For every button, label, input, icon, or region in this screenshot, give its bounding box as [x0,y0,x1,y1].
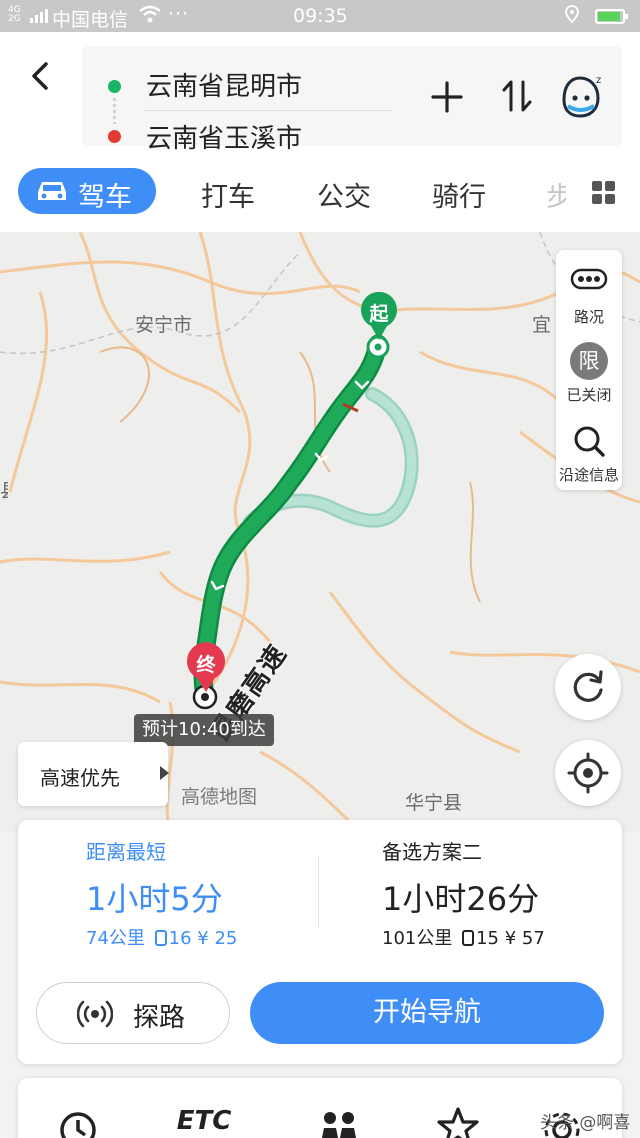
tab-driving[interactable]: 驾车 [18,168,156,214]
signal-icon [30,9,48,23]
play-arrow-icon [160,766,169,780]
restriction-label: 已关闭 [566,386,612,404]
start-pin-label: 起 [369,303,389,325]
voice-assistant-icon[interactable]: z [556,70,608,122]
plan-secondary[interactable]: 备选方案二 1小时26分 101公里 15 ¥ 57 [318,820,622,960]
transport-tabs: 驾车 打车 公交 骑行 步 [0,160,640,224]
search-icon [570,422,608,460]
bottom-toolbar: ETC [18,1078,622,1138]
battery-icon [595,9,628,24]
start-navigation-button[interactable]: 开始导航 [250,982,604,1044]
route-input-box: 云南省昆明市 云南省玉溪市 [82,46,622,154]
tab-cycling[interactable]: 骑行 [432,175,486,214]
people-icon[interactable] [314,1108,364,1138]
map-label-county: 县 [0,476,8,503]
back-icon[interactable] [22,58,58,94]
car-icon [38,182,66,200]
plan-secondary-title: 备选方案二 [382,840,482,864]
restriction-icon: 限 [570,342,608,380]
map-tools-panel: 路况 限 已关闭 沿途信息 [556,250,622,490]
explore-label: 探路 [133,1003,186,1033]
add-waypoint-icon[interactable] [430,80,464,114]
route-header: 云南省昆明市 云南省玉溪市 z 驾车 打车 公交 骑行 步 [0,32,640,232]
route-plans-card: 距离最短 1小时5分 74公里 16 ¥ 25 备选方案二 1小时26分 101… [18,820,622,1064]
source-credit: 头条 @啊喜 [540,1113,631,1133]
locate-icon [567,752,609,794]
destination-field[interactable]: 云南省玉溪市 [146,118,302,155]
plan-primary-meta: 74公里 16 ¥ 25 [86,928,238,949]
end-pin[interactable]: 终 [185,642,227,694]
locate-button[interactable] [555,740,621,806]
map-label-anning: 安宁市 [135,314,193,336]
broadcast-icon [77,1000,113,1028]
plan-primary-title: 距离最短 [86,840,166,864]
divider [144,110,392,111]
plan-secondary-duration: 1小时26分 [382,880,540,918]
tab-driving-label: 驾车 [78,182,132,213]
map-label-huaning: 华宁县 [405,792,463,814]
restriction-toggle[interactable]: 限 已关闭 [556,342,622,405]
traffic-label: 路况 [573,308,604,326]
traffic-toggle[interactable]: 路况 [556,264,622,327]
destination-dot [108,130,121,143]
etc-button[interactable]: ETC [174,1106,234,1138]
plan-primary[interactable]: 距离最短 1小时5分 74公里 16 ¥ 25 [18,820,318,960]
network-type: 4G 2G [8,5,21,24]
explore-button[interactable]: 探路 [36,982,230,1044]
tab-transit[interactable]: 公交 [317,175,371,214]
origin-field[interactable]: 云南省昆明市 [146,66,302,103]
route-connector [113,98,116,124]
along-route-label: 沿途信息 [558,466,619,484]
route-preference-button[interactable]: 高速优先 [18,742,169,806]
location-icon [565,5,579,23]
traffic-light-icon [154,930,167,946]
more-modes-icon[interactable] [592,181,616,205]
carrier-name: 中国电信 [52,9,129,31]
refresh-icon [573,670,603,702]
start-pin[interactable]: 起 [359,292,399,342]
origin-dot [108,80,121,93]
plan-secondary-meta: 101公里 15 ¥ 57 [382,928,545,949]
wifi-icon [138,4,162,29]
svg-text:z: z [596,75,601,86]
traffic-light-icon [462,930,475,946]
clock: 09:35 [293,5,348,27]
map-label-partial: 宜 [532,314,552,336]
clock-icon[interactable] [56,1108,100,1138]
more-icon: ··· [168,3,190,25]
traffic-icon [570,264,608,302]
star-icon[interactable] [436,1106,480,1138]
amap-logo: 高德地图 [181,786,258,808]
swap-icon[interactable] [500,78,534,114]
tab-walking[interactable]: 步 [546,175,566,214]
plan-primary-duration: 1小时5分 [86,880,223,918]
refresh-button[interactable] [555,654,621,720]
tab-taxi[interactable]: 打车 [201,175,255,214]
route-preference-label: 高速优先 [40,766,120,790]
end-pin-label: 终 [196,654,216,676]
along-route-button[interactable]: 沿途信息 [556,422,622,485]
status-bar: 4G 2G 中国电信 ··· 09:35 [0,0,640,32]
